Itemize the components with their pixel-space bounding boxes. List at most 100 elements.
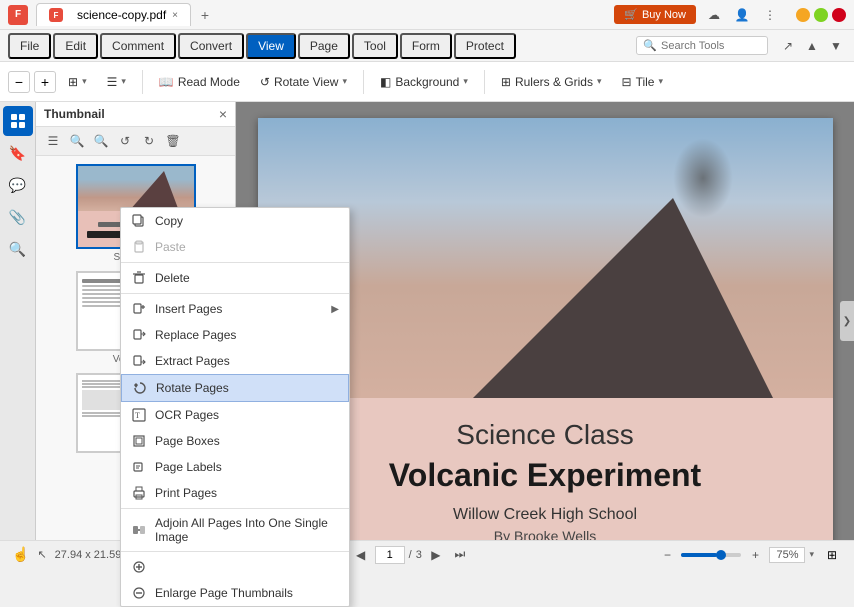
context-paste: Paste — [121, 234, 349, 260]
context-reduce[interactable]: Enlarge Page Thumbnails — [121, 580, 349, 606]
document-tab[interactable]: F science-copy.pdf × — [36, 3, 191, 26]
context-copy[interactable]: Copy — [121, 208, 349, 234]
pdf-title-line1: Science Class — [288, 418, 803, 452]
context-delete[interactable]: Delete — [121, 265, 349, 291]
sidebar-search-button[interactable]: 🔍 — [3, 234, 33, 264]
page-labels-icon — [131, 459, 147, 475]
zoom-slider-fill — [681, 553, 717, 557]
thumb-rotate-button[interactable]: ↺ — [114, 130, 136, 152]
zoom-out-status-button[interactable]: − — [657, 545, 677, 565]
menu-convert[interactable]: Convert — [178, 33, 244, 59]
search-tools-box[interactable]: 🔍 — [636, 36, 768, 55]
read-mode-button[interactable]: 📖 Read Mode — [151, 71, 248, 93]
tile-button[interactable]: ⊟ Tile ▾ — [614, 71, 671, 93]
share-button[interactable]: ☁ — [704, 5, 724, 25]
search-tools-input[interactable] — [661, 40, 761, 52]
thumb-rotate-cw-button[interactable]: ↻ — [138, 130, 160, 152]
fit-page-button[interactable]: ⊞ — [822, 545, 842, 565]
menu-comment[interactable]: Comment — [100, 33, 176, 59]
buy-now-button[interactable]: 🛒 Buy Now — [614, 5, 696, 24]
context-extract-pages[interactable]: Extract Pages — [121, 348, 349, 374]
thumbnail-panel-title: Thumbnail — [44, 107, 219, 121]
rotate-pages-icon — [132, 380, 148, 396]
context-replace-pages-label: Replace Pages — [155, 328, 236, 342]
zoom-dropdown-arrow[interactable]: ▾ — [809, 549, 814, 560]
context-page-boxes[interactable]: Page Boxes — [121, 428, 349, 454]
volcano-mountain-shape — [473, 198, 773, 398]
sidebar-thumbnail-button[interactable] — [3, 106, 33, 136]
zoom-slider[interactable] — [681, 553, 741, 557]
delete-icon — [131, 270, 147, 286]
pdf-author: By Brooke Wells — [288, 528, 803, 540]
context-insert-pages[interactable]: Insert Pages ▶ — [121, 296, 349, 322]
last-page-button[interactable]: ⏭ — [450, 545, 470, 565]
pdf-school: Willow Creek High School — [288, 506, 803, 524]
close-button[interactable] — [832, 8, 846, 22]
page-layout-button[interactable]: ⊞ ▾ — [60, 71, 95, 93]
main-area: 🔖 💬 📎 🔍 Thumbnail × ☰ 🔍 🔍 ↺ ↻ 🗑 — [0, 102, 854, 540]
context-rotate-pages[interactable]: Rotate Pages — [121, 374, 349, 402]
thumbnail-panel-close[interactable]: × — [219, 106, 227, 122]
page-view-button[interactable]: ☰ ▾ — [99, 71, 134, 93]
thumbnail-panel-header: Thumbnail × — [36, 102, 235, 127]
menu-tool[interactable]: Tool — [352, 33, 398, 59]
background-button[interactable]: ◧ Background ▾ — [372, 71, 476, 93]
tile-icon: ⊟ — [622, 75, 632, 89]
context-enlarge[interactable] — [121, 554, 349, 580]
app-logo: F — [8, 5, 28, 25]
more-button[interactable]: ⋮ — [760, 5, 780, 25]
context-adjoin-label: Adjoin All Pages Into One Single Image — [155, 516, 339, 544]
context-ocr-pages-label: OCR Pages — [155, 408, 219, 422]
context-replace-pages[interactable]: Replace Pages — [121, 322, 349, 348]
context-adjoin[interactable]: Adjoin All Pages Into One Single Image — [121, 511, 349, 549]
next-page-button[interactable]: ▶ — [426, 545, 446, 565]
context-separator-4 — [121, 551, 349, 552]
user-button[interactable]: 👤 — [732, 5, 752, 25]
window-controls — [796, 8, 846, 22]
tab-close-button[interactable]: × — [172, 10, 178, 21]
thumb-menu-button[interactable]: ☰ — [42, 130, 64, 152]
right-panel-toggle[interactable]: ❯ — [840, 301, 854, 341]
zoom-out-button[interactable]: − — [8, 71, 30, 93]
rotate-view-button[interactable]: ↺ Rotate View ▾ — [252, 71, 355, 93]
menu-edit[interactable]: Edit — [53, 33, 98, 59]
context-ocr-pages[interactable]: T OCR Pages — [121, 402, 349, 428]
context-rotate-pages-label: Rotate Pages — [156, 381, 229, 395]
context-print-pages[interactable]: Print Pages — [121, 480, 349, 506]
maximize-button[interactable] — [814, 8, 828, 22]
prev-page-button[interactable]: ◀ — [351, 545, 371, 565]
title-bar: F F science-copy.pdf × + 🛒 Buy Now ☁ 👤 ⋮ — [0, 0, 854, 30]
menu-page[interactable]: Page — [298, 33, 350, 59]
thumb-delete-button[interactable]: 🗑 — [162, 130, 184, 152]
context-menu: Copy Paste Delete Insert Pages ▶ — [120, 207, 350, 607]
cursor-arrow-icon: ↖ — [37, 548, 46, 561]
sidebar-attachment-button[interactable]: 📎 — [3, 202, 33, 232]
sidebar-comment-button[interactable]: 💬 — [3, 170, 33, 200]
menu-protect[interactable]: Protect — [454, 33, 516, 59]
menu-file[interactable]: File — [8, 33, 51, 59]
thumb-zoom-out-button[interactable]: 🔍 — [90, 130, 112, 152]
total-pages: 3 — [416, 549, 422, 561]
expand-button[interactable]: ▲ — [802, 36, 822, 56]
context-copy-label: Copy — [155, 214, 183, 228]
menu-form[interactable]: Form — [400, 33, 452, 59]
background-icon: ◧ — [380, 75, 391, 89]
zoom-in-status-button[interactable]: + — [745, 545, 765, 565]
cart-icon: 🛒 — [624, 8, 638, 21]
context-separator-2 — [121, 293, 349, 294]
thumb-zoom-in-button[interactable]: 🔍 — [66, 130, 88, 152]
new-tab-button[interactable]: + — [195, 5, 215, 25]
zoom-in-button[interactable]: + — [34, 71, 56, 93]
collapse-button[interactable]: ▼ — [826, 36, 846, 56]
current-page-input[interactable] — [375, 546, 405, 564]
external-link-button[interactable]: ↗ — [778, 36, 798, 56]
svg-text:T: T — [135, 411, 140, 420]
tab-icon: F — [49, 8, 63, 22]
context-insert-pages-label: Insert Pages — [155, 302, 222, 316]
sidebar-bookmark-button[interactable]: 🔖 — [3, 138, 33, 168]
menu-view[interactable]: View — [246, 33, 296, 59]
context-page-labels[interactable]: Page Labels — [121, 454, 349, 480]
minimize-button[interactable] — [796, 8, 810, 22]
rulers-grids-button[interactable]: ⊞ Rulers & Grids ▾ — [493, 71, 610, 93]
paste-icon — [131, 239, 147, 255]
